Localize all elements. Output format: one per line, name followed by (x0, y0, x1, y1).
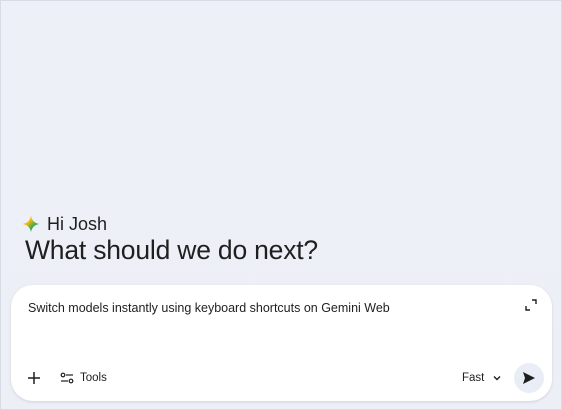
greeting: Hi Josh (22, 213, 107, 235)
chevron-down-icon (493, 376, 501, 381)
prompt-composer[interactable]: Switch models instantly using keyboard s… (11, 285, 552, 401)
gemini-sparkle-icon (22, 215, 40, 233)
expand-icon (525, 299, 537, 311)
plus-icon (28, 372, 40, 384)
page-headline: What should we do next? (25, 235, 318, 265)
tools-button[interactable]: Tools (60, 367, 107, 389)
add-button[interactable] (23, 367, 45, 389)
tools-label: Tools (80, 372, 107, 384)
greeting-text: Hi Josh (47, 214, 108, 234)
send-icon (523, 372, 535, 384)
model-label: Fast (462, 372, 485, 384)
app-page: Hi Josh What should we do next? Switch m… (0, 0, 562, 410)
tools-icon (60, 372, 74, 384)
prompt-input[interactable]: Switch models instantly using keyboard s… (28, 300, 390, 316)
send-button[interactable] (514, 363, 544, 393)
expand-button[interactable] (522, 296, 540, 314)
model-selector[interactable]: Fast (462, 367, 502, 389)
